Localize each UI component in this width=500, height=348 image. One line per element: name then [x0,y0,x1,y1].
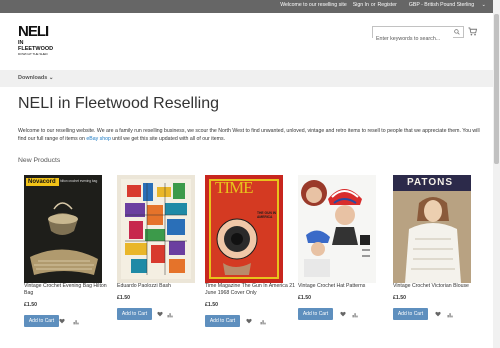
currency-switcher[interactable]: GBP - British Pound Sterling ⌄ [403,2,486,8]
product-name[interactable]: Vintage Crochet Hat Patterns [298,283,388,290]
heart-icon[interactable] [59,318,65,324]
product-name[interactable]: Eduardo Paolozzi Bash [117,283,207,290]
intro-text: Welcome to our reselling website. We are… [18,127,488,143]
compare-icon[interactable] [167,312,173,318]
image-brand-text: Novacord [28,179,56,185]
logo-line1: NELI [18,23,49,40]
scrollbar[interactable] [493,0,500,348]
product-image[interactable]: PATONS [393,175,471,283]
compare-icon[interactable] [73,319,79,325]
top-bar: Welcome to our reselling site Sign In or… [0,0,500,13]
compare-icon[interactable] [447,312,453,318]
product-name[interactable]: Time Magazine The Gun In America 21 June… [205,283,295,297]
chevron-down-icon: ⌄ [48,75,54,81]
product-image[interactable]: Novacord hilton crochet evening bag [24,175,102,283]
heart-icon[interactable] [157,311,163,317]
product-card: TIME THE GUN IN AMERICA Time Magazine Th… [205,175,295,327]
header-links: Welcome to our reselling site Sign In or… [274,2,486,8]
scrollbar-thumb[interactable] [494,14,499,164]
search-icon[interactable] [454,29,460,35]
product-image[interactable]: TIME THE GUN IN AMERICA [205,175,283,283]
currency-label: GBP - British Pound Sterling [408,2,475,8]
page-title: NELI in Fleetwood Reselling [18,95,219,112]
or-text: or [370,2,376,8]
cart-icon[interactable] [468,27,477,36]
product-card: PATONS Vintage Crochet Victorian Blouse … [393,175,483,320]
heart-icon[interactable] [246,318,252,324]
logo-line3: DOWN AT THE SHED [18,52,48,56]
ebay-shop-link[interactable]: eBay shop [86,136,111,142]
chevron-down-icon: ⌄ [481,2,486,8]
add-to-cart-button[interactable]: Add to Cart [205,315,240,327]
welcome-text: Welcome to our reselling site [280,2,347,8]
heart-icon[interactable] [340,311,346,317]
nav-downloads-label: Downloads [18,75,48,81]
product-price: £1.50 [393,295,406,301]
product-price: £1.50 [298,295,311,301]
product-card: Eduardo Paolozzi Bash £1.50 Add to Cart [117,175,207,320]
product-price: £1.50 [205,302,218,308]
intro-part2: until we get this site updated with all … [110,136,226,142]
add-to-cart-button[interactable]: Add to Cart [117,308,152,320]
search-input[interactable] [373,34,453,44]
compare-icon[interactable] [260,319,266,325]
product-name[interactable]: Vintage Crochet Victorian Blouse [393,283,483,290]
compare-icon[interactable] [352,312,358,318]
nav-item-downloads[interactable]: Downloads ⌄ [18,75,53,81]
product-image[interactable] [298,175,376,283]
logo-line2: IN FLEETWOOD [18,40,54,52]
site-logo[interactable]: NELI IN FLEETWOOD DOWN AT THE SHED [18,23,54,61]
register-link[interactable]: Register [378,2,397,8]
add-to-cart-button[interactable]: Add to Cart [298,308,333,320]
search-box [372,26,464,44]
image-subtext: hilton crochet evening bag [60,179,98,183]
sign-in-link[interactable]: Sign In [353,2,369,8]
nav-bar: Downloads ⌄ [0,70,500,87]
add-to-cart-button[interactable]: Add to Cart [393,308,428,320]
product-name[interactable]: Vintage Crochet Evening Bag Hilton Bag [24,283,114,297]
product-image[interactable] [117,175,195,283]
product-price: £1.50 [117,295,130,301]
heart-icon[interactable] [435,311,441,317]
section-title: New Products [18,157,61,164]
product-price: £1.50 [24,302,37,308]
add-to-cart-button[interactable]: Add to Cart [24,315,59,327]
product-card: Vintage Crochet Hat Patterns £1.50 Add t… [298,175,388,320]
product-card: Novacord hilton crochet evening bag Vint… [24,175,114,327]
image-brand-text: PATONS [407,177,454,188]
